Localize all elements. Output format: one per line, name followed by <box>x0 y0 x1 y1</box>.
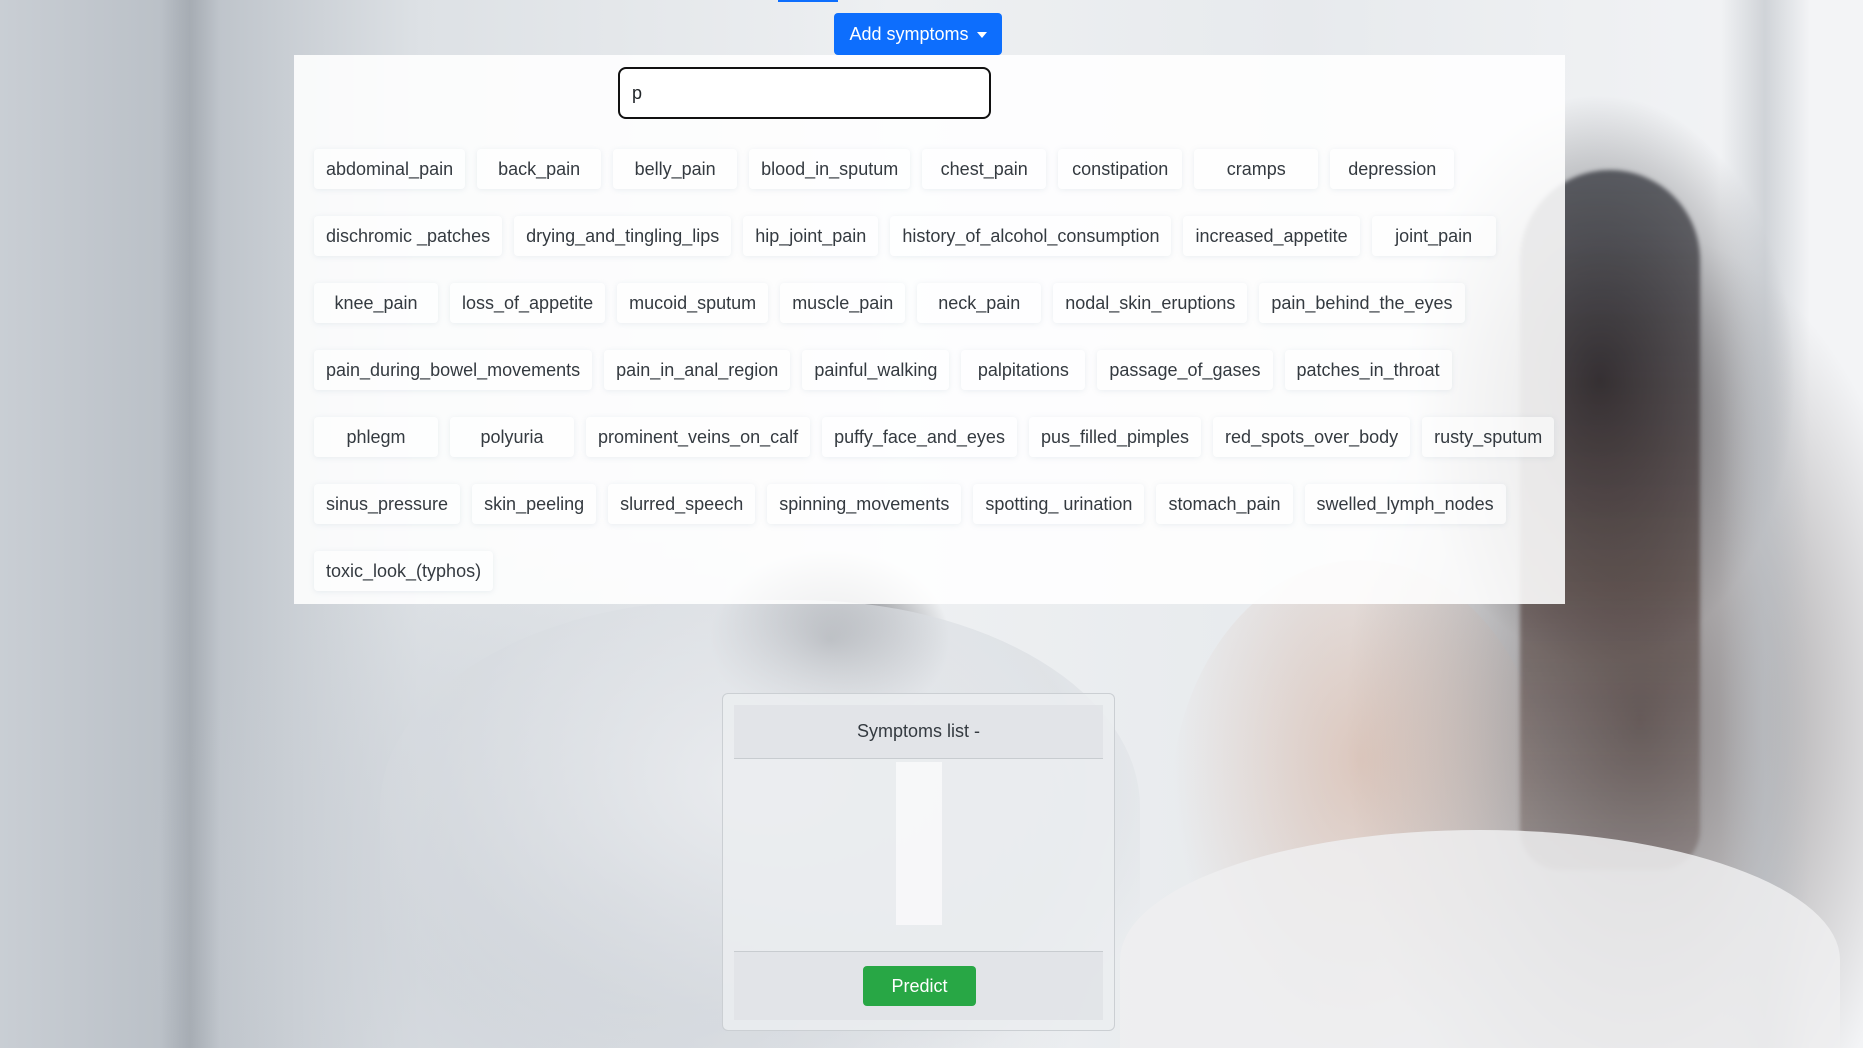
symptom-option[interactable]: spinning_movements <box>767 484 962 524</box>
symptom-option[interactable]: spotting_ urination <box>973 484 1145 524</box>
symptom-option[interactable]: joint_pain <box>1371 216 1496 256</box>
symptom-options-row: toxic_look_(typhos) <box>314 545 1554 597</box>
symptom-option[interactable]: constipation <box>1058 149 1183 189</box>
symptom-option[interactable]: back_pain <box>477 149 602 189</box>
symptom-options-row: abdominal_pain back_pain belly_pain blood_i… <box>314 143 1554 195</box>
symptom-option[interactable]: cramps <box>1194 149 1319 189</box>
symptom-option[interactable]: slurred_speech <box>608 484 756 524</box>
symptom-option[interactable]: painful_walking <box>802 350 950 390</box>
top-accent-bar <box>778 0 838 2</box>
symptom-options-row: dischromic _patches drying_and_tingling_l… <box>314 210 1554 262</box>
symptom-option[interactable]: depression <box>1330 149 1455 189</box>
symptoms-card-header: Symptoms list - <box>734 705 1103 759</box>
symptom-option[interactable]: pain_behind_the_eyes <box>1259 283 1465 323</box>
symptom-option[interactable]: palpitations <box>961 350 1086 390</box>
symptom-option[interactable]: patches_in_throat <box>1284 350 1452 390</box>
symptom-option[interactable]: red_spots_over_body <box>1213 417 1411 457</box>
symptom-option[interactable]: stomach_pain <box>1156 484 1293 524</box>
symptom-option[interactable]: phlegm <box>314 417 438 457</box>
symptom-option[interactable]: history_of_alcohol_consumption <box>890 216 1172 256</box>
symptom-options-row: phlegm polyuria prominent_veins_on_calf puf… <box>314 411 1555 463</box>
symptoms-card: Symptoms list - Predict <box>722 693 1115 1031</box>
add-symptoms-label: Add symptoms <box>849 23 969 44</box>
symptoms-card-footer: Predict <box>734 951 1103 1020</box>
symptom-option[interactable]: drying_and_tingling_lips <box>514 216 732 256</box>
symptom-options-list: abdominal_pain back_pain belly_pain blood_i… <box>314 143 1555 612</box>
symptom-option[interactable]: mucoid_sputum <box>617 283 769 323</box>
symptom-option[interactable]: pain_in_anal_region <box>604 350 791 390</box>
symptom-option[interactable]: hip_joint_pain <box>743 216 879 256</box>
symptom-option[interactable]: increased_appetite <box>1183 216 1360 256</box>
symptom-option[interactable]: prominent_veins_on_calf <box>586 417 811 457</box>
predict-button[interactable]: Predict <box>863 966 976 1006</box>
symptom-option[interactable]: neck_pain <box>917 283 1042 323</box>
symptom-search-input[interactable] <box>618 67 991 119</box>
symptom-option[interactable]: puffy_face_and_eyes <box>822 417 1017 457</box>
symptom-option[interactable]: pain_during_bowel_movements <box>314 350 593 390</box>
symptoms-dropdown-menu: abdominal_pain back_pain belly_pain blood_i… <box>294 55 1565 604</box>
symptom-option[interactable]: loss_of_appetite <box>450 283 606 323</box>
symptom-option[interactable]: skin_peeling <box>472 484 597 524</box>
symptom-option[interactable]: knee_pain <box>314 283 438 323</box>
symptom-option[interactable]: blood_in_sputum <box>749 149 911 189</box>
symptom-option[interactable]: dischromic _patches <box>314 216 503 256</box>
symptom-option[interactable]: chest_pain <box>922 149 1047 189</box>
caret-down-icon <box>976 32 987 38</box>
symptom-options-row: pain_during_bowel_movements pain_in_anal_… <box>314 344 1554 396</box>
symptoms-list-title: Symptoms list - <box>856 721 980 741</box>
symptom-option[interactable]: swelled_lymph_nodes <box>1304 484 1506 524</box>
add-symptoms-dropdown-button[interactable]: Add symptoms <box>834 13 1002 55</box>
symptom-option[interactable]: pus_filled_pimples <box>1028 417 1202 457</box>
symptom-option[interactable]: muscle_pain <box>780 283 906 323</box>
symptom-option[interactable]: abdominal_pain <box>314 149 466 189</box>
symptom-option[interactable]: toxic_look_(typhos) <box>314 551 494 591</box>
selected-symptoms-list <box>896 762 942 925</box>
symptom-option[interactable]: nodal_skin_eruptions <box>1053 283 1248 323</box>
symptom-option[interactable]: sinus_pressure <box>314 484 461 524</box>
symptom-option[interactable]: passage_of_gases <box>1097 350 1273 390</box>
symptom-option[interactable]: polyuria <box>450 417 574 457</box>
symptom-options-row: sinus_pressure skin_peeling slurred_speech… <box>314 478 1554 530</box>
symptom-option[interactable]: belly_pain <box>613 149 738 189</box>
symptom-option[interactable]: rusty_sputum <box>1422 417 1555 457</box>
symptom-options-row: knee_pain loss_of_appetite mucoid_sputum mu… <box>314 277 1554 329</box>
